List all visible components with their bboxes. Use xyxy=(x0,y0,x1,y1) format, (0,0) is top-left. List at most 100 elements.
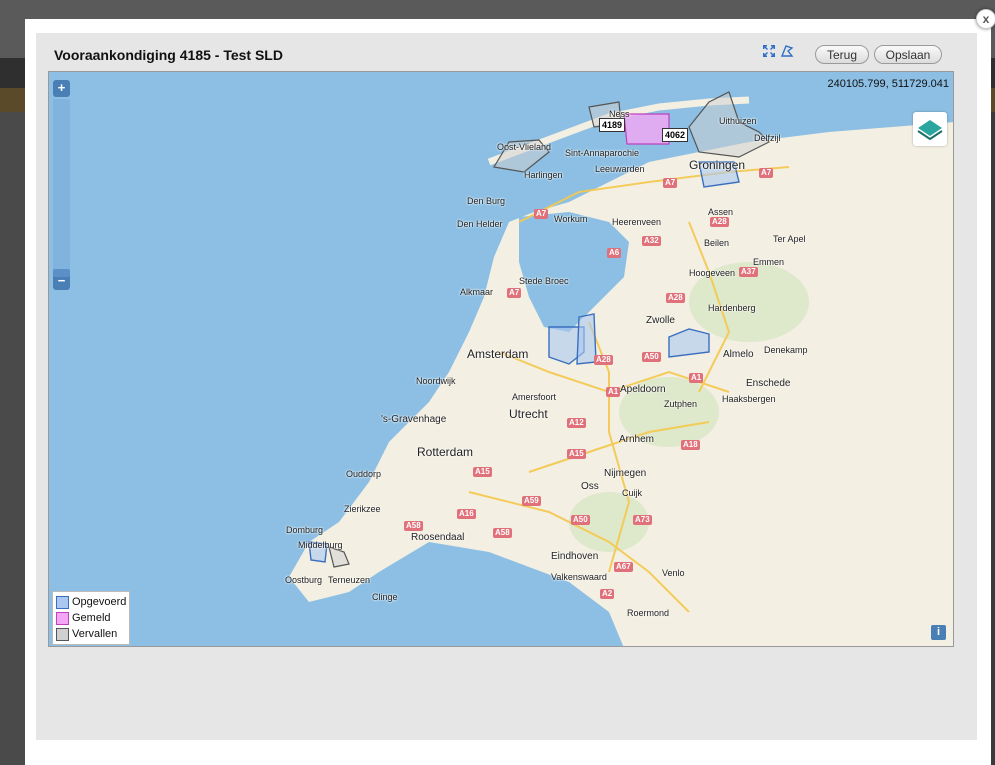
road-shield: A32 xyxy=(642,236,661,246)
map-city-label: Noordwijk xyxy=(416,376,456,386)
map-city-label: Den Helder xyxy=(457,219,503,229)
map-city-label: Delfzijl xyxy=(754,133,781,143)
road-shield: A58 xyxy=(404,521,423,531)
polygon-tag: 4062 xyxy=(662,128,689,142)
map-city-label: Beilen xyxy=(704,238,730,248)
layers-icon xyxy=(917,120,943,141)
legend-swatch xyxy=(56,611,69,625)
map-city-label: Den Burg xyxy=(467,196,506,206)
road-shield: A67 xyxy=(614,562,633,572)
map-city-label: Almelo xyxy=(723,349,754,360)
map-city-label: Zutphen xyxy=(664,399,698,409)
legend-swatch xyxy=(56,627,69,641)
map-city-label: Oost-Vlieland xyxy=(497,142,552,152)
dialog-title: Vooraankondiging 4185 - Test SLD xyxy=(54,47,283,63)
coordinate-readout: 240105.799, 511729.041 xyxy=(827,78,949,90)
map-city-label: Roosendaal xyxy=(411,532,465,543)
map-city-label: Valkenswaard xyxy=(551,572,607,582)
road-shield: A28 xyxy=(710,217,729,227)
map-city-label: Sint-Annaparochie xyxy=(565,148,640,158)
zoom-control: + − xyxy=(53,80,71,290)
map-city-label: Cuijk xyxy=(622,488,643,498)
map-city-label: Groningen xyxy=(689,158,746,172)
legend-swatch xyxy=(56,595,69,609)
map-city-label: Zwolle xyxy=(646,315,675,326)
map-city-label: Roermond xyxy=(627,608,670,618)
map-city-label: Emmen xyxy=(753,257,785,267)
legend-item: Gemeld xyxy=(56,610,126,626)
map-city-label: Uithuizen xyxy=(719,116,757,126)
map-toolbar xyxy=(762,44,794,58)
map-city-label: Domburg xyxy=(286,525,324,535)
road-shield: A15 xyxy=(567,449,586,459)
road-shield: A2 xyxy=(600,589,615,599)
road-shield: A37 xyxy=(739,267,758,277)
map-city-label: Oss xyxy=(581,481,599,492)
map-city-label: Rotterdam xyxy=(417,445,474,459)
map-city-label: Leeuwarden xyxy=(595,164,645,174)
zoom-slider[interactable] xyxy=(53,99,70,277)
polygon-tag: 4189 xyxy=(599,118,626,132)
map-city-label: Enschede xyxy=(746,378,791,389)
map-city-label: Zierikzee xyxy=(344,504,381,514)
legend-label: Opgevoerd xyxy=(72,596,127,608)
map-city-label: Amersfoort xyxy=(512,392,557,402)
map-city-label: Ness xyxy=(609,109,630,119)
road-shield: A73 xyxy=(633,515,652,525)
map-city-label: Clinge xyxy=(372,592,398,602)
map-city-label: Terneuzen xyxy=(328,575,371,585)
map-city-label: Alkmaar xyxy=(460,287,494,297)
map-city-label: Middelburg xyxy=(298,540,343,550)
save-button[interactable]: Opslaan xyxy=(874,45,942,64)
road-shield: A28 xyxy=(666,293,685,303)
map-city-label: Eindhoven xyxy=(551,551,599,562)
map-city-label: Denekamp xyxy=(764,345,808,355)
map-city-label: Hoogeveen xyxy=(689,268,736,278)
map-city-label: Ter Apel xyxy=(773,234,806,244)
map-city-label: Workum xyxy=(554,214,588,224)
zoom-in-button[interactable]: + xyxy=(53,80,70,97)
map-city-label: Haaksbergen xyxy=(722,394,776,404)
close-button[interactable]: x xyxy=(976,9,995,29)
map-city-label: Utrecht xyxy=(509,407,548,421)
road-shield: A1 xyxy=(689,373,704,383)
map-view[interactable]: 240105.799, 511729.041 + − 4189 4062 Ams… xyxy=(48,71,954,647)
road-shield: A50 xyxy=(571,515,590,525)
road-shield: A7 xyxy=(534,209,549,219)
legend-item: Vervallen xyxy=(56,626,126,642)
road-shield: A7 xyxy=(507,288,522,298)
legend-item: Opgevoerd xyxy=(56,594,126,610)
map-city-label: Apeldoorn xyxy=(620,384,666,395)
map-city-label: Stede Broec xyxy=(519,276,569,286)
back-button[interactable]: Terug xyxy=(815,45,869,64)
road-shield: A7 xyxy=(663,178,678,188)
draw-polygon-icon[interactable] xyxy=(780,44,794,58)
road-shield: A50 xyxy=(642,352,661,362)
background-left xyxy=(0,112,25,765)
map-city-label: Ouddorp xyxy=(346,469,382,479)
info-button[interactable]: i xyxy=(931,625,946,640)
map-city-label: Oostburg xyxy=(285,575,323,585)
road-shield: A15 xyxy=(473,467,492,477)
map-city-label: Arnhem xyxy=(619,434,655,445)
road-shield: A7 xyxy=(759,168,774,178)
legend-label: Gemeld xyxy=(72,612,111,624)
zoom-slider-thumb[interactable] xyxy=(53,269,70,277)
map-city-label: Assen xyxy=(708,207,734,217)
road-shield: A28 xyxy=(594,355,613,365)
map-city-label: Amsterdam xyxy=(467,347,529,361)
expand-icon[interactable] xyxy=(762,44,776,58)
layers-button[interactable] xyxy=(913,112,947,146)
legend-label: Vervallen xyxy=(72,628,118,640)
map-city-label: Venlo xyxy=(662,568,685,578)
map-city-label: 's-Gravenhage xyxy=(381,414,447,425)
road-shield: A59 xyxy=(522,496,541,506)
map-city-label: Nijmegen xyxy=(604,468,647,479)
road-shield: A58 xyxy=(493,528,512,538)
road-shield: A6 xyxy=(607,248,622,258)
land-netherlands xyxy=(289,122,953,646)
road-shield: A18 xyxy=(681,440,700,450)
map-city-label: Hardenberg xyxy=(708,303,756,313)
road-shield: A1 xyxy=(606,387,621,397)
map-city-label: Harlingen xyxy=(524,170,563,180)
